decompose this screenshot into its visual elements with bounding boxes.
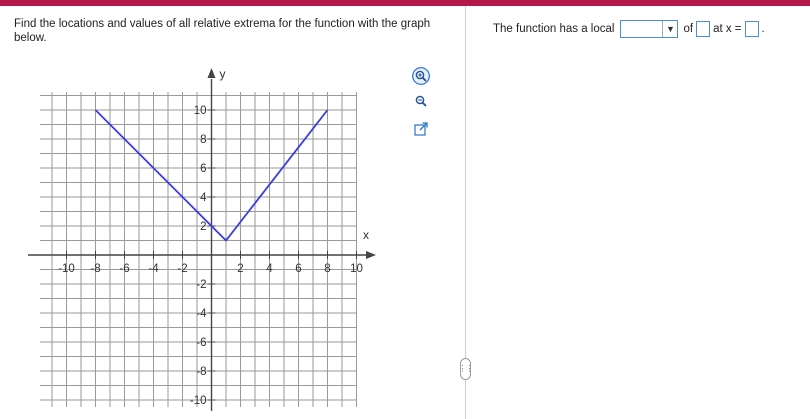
y-tick-label: 2 (200, 221, 206, 233)
pane-resize-handle[interactable]: ⋮⋮ (459, 358, 474, 380)
y-tick-label: 10 (194, 105, 207, 117)
function-graph: -10 -8 -6 -4 -2 2 4 6 8 10 10 8 6 4 2 -2 -4 -6 -8 -10 x y (28, 67, 376, 411)
y-tick-label: 8 (200, 134, 206, 146)
open-in-new-window-button[interactable] (411, 119, 431, 139)
x-tick-label: -4 (148, 263, 159, 275)
y-tick-label: -4 (196, 308, 207, 320)
x-location-input[interactable] (744, 21, 759, 37)
zoom-out-icon (415, 95, 427, 107)
answer-suffix: . (761, 23, 765, 35)
x-tick-label: -2 (177, 263, 187, 275)
x-tick-label: 6 (295, 263, 301, 275)
extremum-type-dropdown[interactable]: ▼ (620, 20, 679, 38)
answer-prefix: The function has a local (493, 23, 615, 35)
of-label: of (683, 23, 694, 35)
extremum-value-input[interactable] (696, 21, 711, 37)
external-link-icon (414, 122, 428, 136)
zoom-in-button[interactable] (411, 66, 431, 86)
answer-row: The function has a local ▼ of at x = . (493, 19, 765, 39)
at-x-label: at x = (713, 23, 742, 35)
y-tick-label: -2 (196, 279, 206, 291)
question-pane: Find the locations and values of all rel… (0, 6, 465, 419)
x-tick-label: 4 (266, 263, 273, 275)
y-tick-label: -10 (190, 395, 207, 407)
x-tick-label: -10 (58, 263, 75, 275)
x-tick-label: 2 (237, 263, 243, 275)
y-tick-label: -6 (196, 337, 206, 349)
x-axis-arrow (366, 251, 376, 259)
zoom-out-button[interactable] (411, 91, 431, 111)
x-axis-label: x (363, 228, 369, 242)
y-tick-label: 6 (200, 163, 206, 175)
y-tick-label: -8 (196, 366, 206, 378)
x-tick-label: -6 (119, 263, 129, 275)
y-tick-label: 4 (200, 192, 207, 204)
y-axis-label: y (220, 67, 226, 81)
x-tick-label: -8 (90, 263, 100, 275)
x-tick-label: 10 (350, 263, 363, 275)
zoom-in-icon (412, 67, 430, 85)
x-tick-label: 8 (324, 263, 330, 275)
y-axis-arrow (207, 68, 216, 78)
dropdown-arrow-icon: ▼ (662, 21, 677, 37)
